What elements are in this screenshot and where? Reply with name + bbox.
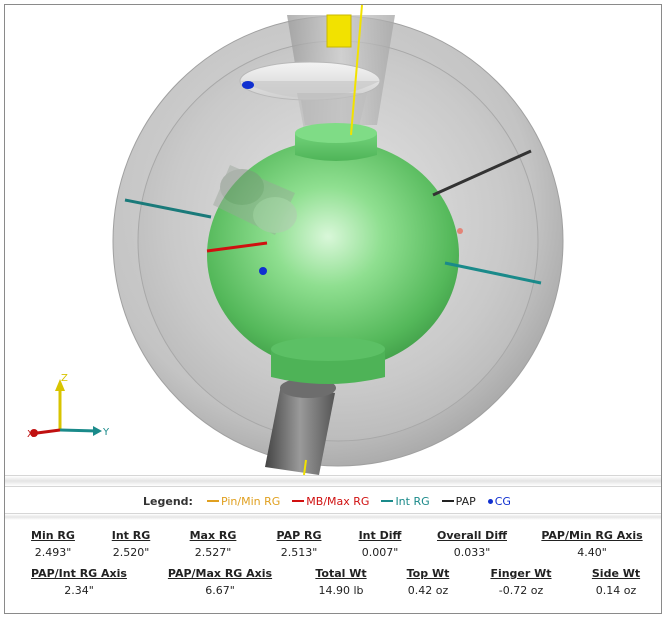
disc-marker <box>242 81 254 89</box>
stat-pap-int-rg-axis: PAP/Int RG Axis 2.34" <box>31 567 127 597</box>
legend-item-pap: PAP <box>441 495 476 508</box>
stat-total-wt: Total Wt 14.90 lb <box>315 567 367 597</box>
legend: Legend: Pin/Min RG MB/Max RG Int RG PAP … <box>5 489 661 513</box>
divider <box>5 513 661 520</box>
legend-item-int-rg: Int RG <box>381 495 430 508</box>
legend-title: Legend: <box>143 494 193 508</box>
3d-viewport[interactable]: Z X Y <box>5 5 661 475</box>
cg-dot-icon <box>487 498 493 504</box>
axis-triad: Z X Y <box>27 373 110 440</box>
max-rg-swatch-icon <box>292 500 305 502</box>
pin-swatch-icon <box>206 500 219 502</box>
stat-top-wt: Top Wt 0.42 oz <box>406 567 450 597</box>
stat-pap-rg: PAP RG 2.513" <box>276 529 322 559</box>
svg-text:Z: Z <box>61 373 68 384</box>
svg-text:Y: Y <box>102 427 110 438</box>
pap-swatch-icon <box>441 500 454 502</box>
stat-side-wt: Side Wt 0.14 oz <box>591 567 641 597</box>
int-rg-swatch-icon <box>381 500 394 502</box>
stat-int-diff: Int Diff 0.007" <box>358 529 402 559</box>
legend-item-pin: Pin/Min RG <box>206 495 280 508</box>
stat-pap-max-rg-axis: PAP/Max RG Axis 6.67" <box>167 567 273 597</box>
stat-max-rg: Max RG 2.527" <box>189 529 237 559</box>
stat-pap-min-rg-axis: PAP/Min RG Axis 4.40" <box>541 529 643 559</box>
legend-item-cg: CG <box>487 495 511 508</box>
divider <box>5 475 661 487</box>
stat-min-rg: Min RG 2.493" <box>31 529 75 559</box>
stat-finger-wt: Finger Wt -0.72 oz <box>490 567 552 597</box>
stat-int-rg: Int RG 2.520" <box>111 529 151 559</box>
ball-viewer-panel: Z X Y Legend: Pin/Min RG MB/Max RG Int R… <box>4 4 662 614</box>
legend-item-max-rg: MB/Max RG <box>292 495 369 508</box>
bowling-ball-core-render: Z X Y <box>27 5 564 475</box>
svg-text:X: X <box>27 429 34 440</box>
stat-overall-diff: Overall Diff 0.033" <box>436 529 507 559</box>
